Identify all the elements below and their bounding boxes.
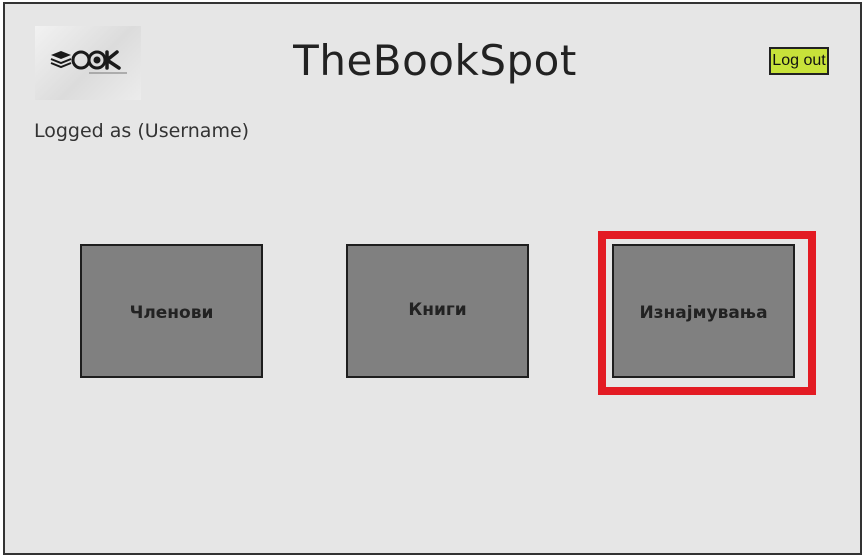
app-window: TheBookSpot Log out Logged as (Username)… [3, 2, 862, 555]
books-button[interactable]: Книги [346, 244, 529, 378]
rentals-button-label: Изнајмувања [639, 303, 768, 323]
rentals-button[interactable]: Изнајмувања [612, 244, 795, 378]
logout-button[interactable]: Log out [769, 47, 829, 75]
book-stack-logo-icon [35, 26, 141, 100]
members-button[interactable]: Членови [80, 244, 263, 378]
members-button-label: Членови [129, 303, 214, 323]
app-title: TheBookSpot [293, 36, 577, 85]
books-button-label: Книги [408, 300, 467, 320]
logged-as-label: Logged as (Username) [34, 120, 250, 142]
